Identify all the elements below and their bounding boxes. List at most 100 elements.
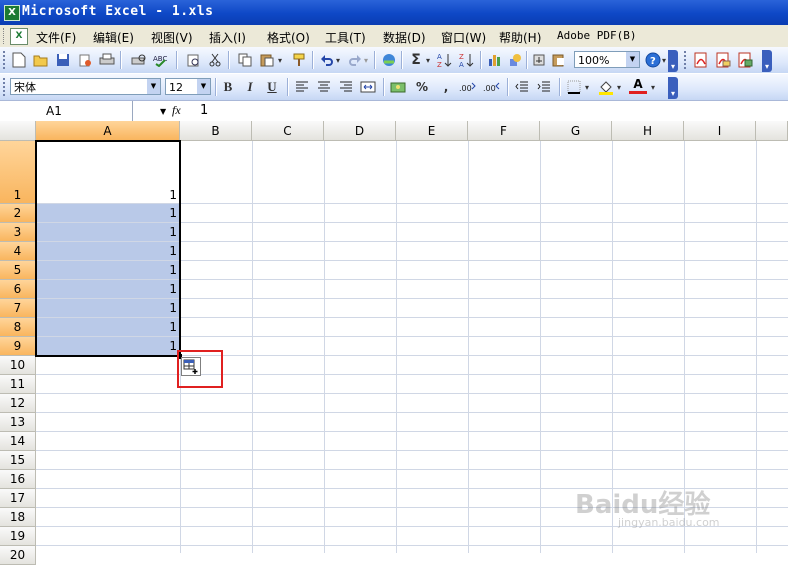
row-header-11[interactable]: 11	[0, 375, 36, 394]
column-header-I[interactable]: I	[684, 121, 756, 141]
cell-A3[interactable]: 1	[36, 223, 180, 242]
sort-desc-icon[interactable]: ZA	[458, 50, 476, 70]
sort-asc-icon[interactable]: AZ	[436, 50, 454, 70]
column-header-G[interactable]: G	[540, 121, 612, 141]
name-box[interactable]: A1 ▼	[0, 101, 166, 121]
chart-wizard-icon[interactable]	[486, 50, 504, 70]
font-size-combo[interactable]: 12 ▼	[165, 78, 211, 95]
zoom-dropdown-icon[interactable]: ▼	[626, 52, 639, 67]
print-icon[interactable]	[98, 50, 116, 70]
row-header-2[interactable]: 2	[0, 204, 36, 223]
excel-app-icon[interactable]: X	[4, 5, 20, 21]
decrease-indent-icon[interactable]	[513, 77, 531, 97]
cell-A9[interactable]: 1	[36, 337, 180, 356]
cut-icon[interactable]	[206, 50, 224, 70]
fill-color-dropdown-icon[interactable]: ▾	[615, 77, 623, 97]
align-center-icon[interactable]	[315, 77, 333, 97]
row-header-1[interactable]: 1	[0, 141, 36, 204]
spelling-icon[interactable]: ABC	[152, 50, 170, 70]
paste-special-icon[interactable]	[550, 50, 568, 70]
cell-A4[interactable]: 1	[36, 242, 180, 261]
cell-A7[interactable]: 1	[36, 299, 180, 318]
hyperlink-icon[interactable]	[380, 50, 398, 70]
autosum-icon[interactable]: Σ	[407, 50, 425, 70]
bold-button[interactable]: B	[219, 77, 237, 97]
cell-A5[interactable]: 1	[36, 261, 180, 280]
menu-edit[interactable]: 编辑(E)	[93, 29, 134, 46]
help-dropdown-icon[interactable]: ▾	[660, 50, 668, 70]
redo-dropdown-icon[interactable]: ▾	[362, 50, 370, 70]
font-size-dropdown-icon[interactable]: ▼	[197, 79, 210, 94]
row-header-16[interactable]: 16	[0, 470, 36, 489]
row-header-18[interactable]: 18	[0, 508, 36, 527]
drawing-icon[interactable]	[506, 50, 524, 70]
new-icon[interactable]	[10, 50, 28, 70]
increase-decimal-icon[interactable]: .00	[459, 77, 477, 97]
paste-icon[interactable]	[258, 50, 276, 70]
pdf-toolbar-grip[interactable]	[684, 51, 689, 69]
toolbar-grip[interactable]	[3, 51, 8, 69]
row-header-8[interactable]: 8	[0, 318, 36, 337]
cell-A6[interactable]: 1	[36, 280, 180, 299]
row-header-19[interactable]: 19	[0, 527, 36, 546]
menu-insert[interactable]: 插入(I)	[209, 29, 246, 46]
row-header-14[interactable]: 14	[0, 432, 36, 451]
column-header-E[interactable]: E	[396, 121, 468, 141]
borders-dropdown-icon[interactable]: ▾	[583, 77, 591, 97]
row-header-13[interactable]: 13	[0, 413, 36, 432]
row-header-9[interactable]: 9	[0, 337, 36, 356]
menu-data[interactable]: 数据(D)	[383, 29, 426, 46]
align-right-icon[interactable]	[337, 77, 355, 97]
row-header-7[interactable]: 7	[0, 299, 36, 318]
menu-tools[interactable]: 工具(T)	[325, 29, 366, 46]
increase-indent-icon[interactable]	[535, 77, 553, 97]
format-toolbar-chevron-icon[interactable]: ▾	[668, 77, 678, 99]
open-icon[interactable]	[32, 50, 50, 70]
font-name-combo[interactable]: 宋体 ▼	[10, 78, 161, 95]
column-header-C[interactable]: C	[252, 121, 324, 141]
merge-center-icon[interactable]	[359, 77, 377, 97]
cell-A2[interactable]: 1	[36, 204, 180, 223]
permission-icon[interactable]	[76, 50, 94, 70]
cell-A8[interactable]: 1	[36, 318, 180, 337]
autosum-dropdown-icon[interactable]: ▾	[424, 50, 432, 70]
row-header-4[interactable]: 4	[0, 242, 36, 261]
italic-button[interactable]: I	[241, 77, 259, 97]
print-preview-icon[interactable]	[130, 50, 148, 70]
save-icon[interactable]	[54, 50, 72, 70]
row-header-10[interactable]: 10	[0, 356, 36, 375]
menu-view[interactable]: 视图(V)	[151, 29, 193, 46]
pdf-email-icon[interactable]	[714, 50, 732, 70]
menu-format[interactable]: 格式(O)	[267, 29, 310, 46]
pdf-convert-icon[interactable]	[692, 50, 710, 70]
decrease-decimal-icon[interactable]: .00	[483, 77, 501, 97]
menu-window[interactable]: 窗口(W)	[441, 29, 486, 46]
pdf-review-icon[interactable]	[736, 50, 754, 70]
fill-color-icon[interactable]	[597, 77, 615, 97]
row-header-3[interactable]: 3	[0, 223, 36, 242]
column-header-D[interactable]: D	[324, 121, 396, 141]
select-all-corner[interactable]	[0, 121, 36, 141]
format-painter-icon[interactable]	[290, 50, 308, 70]
undo-dropdown-icon[interactable]: ▾	[334, 50, 342, 70]
cell-A1[interactable]: 1	[36, 141, 180, 204]
comma-button[interactable]: ,	[437, 77, 455, 97]
copy-icon[interactable]	[236, 50, 254, 70]
toolbar-options-chevron-icon[interactable]: ▾	[668, 50, 678, 72]
currency-icon[interactable]	[389, 77, 407, 97]
paste-dropdown-icon[interactable]: ▾	[276, 50, 284, 70]
formula-input[interactable]: 1	[200, 103, 208, 118]
document-icon[interactable]: X	[10, 28, 28, 45]
row-header-17[interactable]: 17	[0, 489, 36, 508]
column-header-F[interactable]: F	[468, 121, 540, 141]
zoom-combo[interactable]: 100% ▼	[574, 51, 640, 68]
align-left-icon[interactable]	[293, 77, 311, 97]
menu-grip[interactable]	[3, 28, 7, 44]
research-icon[interactable]	[184, 50, 202, 70]
pdf-toolbar-chevron-icon[interactable]: ▾	[762, 50, 772, 72]
name-box-dropdown-icon[interactable]: ▼	[114, 102, 166, 122]
row-header-6[interactable]: 6	[0, 280, 36, 299]
column-header-B[interactable]: B	[180, 121, 252, 141]
underline-button[interactable]: U	[263, 77, 281, 97]
row-header-15[interactable]: 15	[0, 451, 36, 470]
